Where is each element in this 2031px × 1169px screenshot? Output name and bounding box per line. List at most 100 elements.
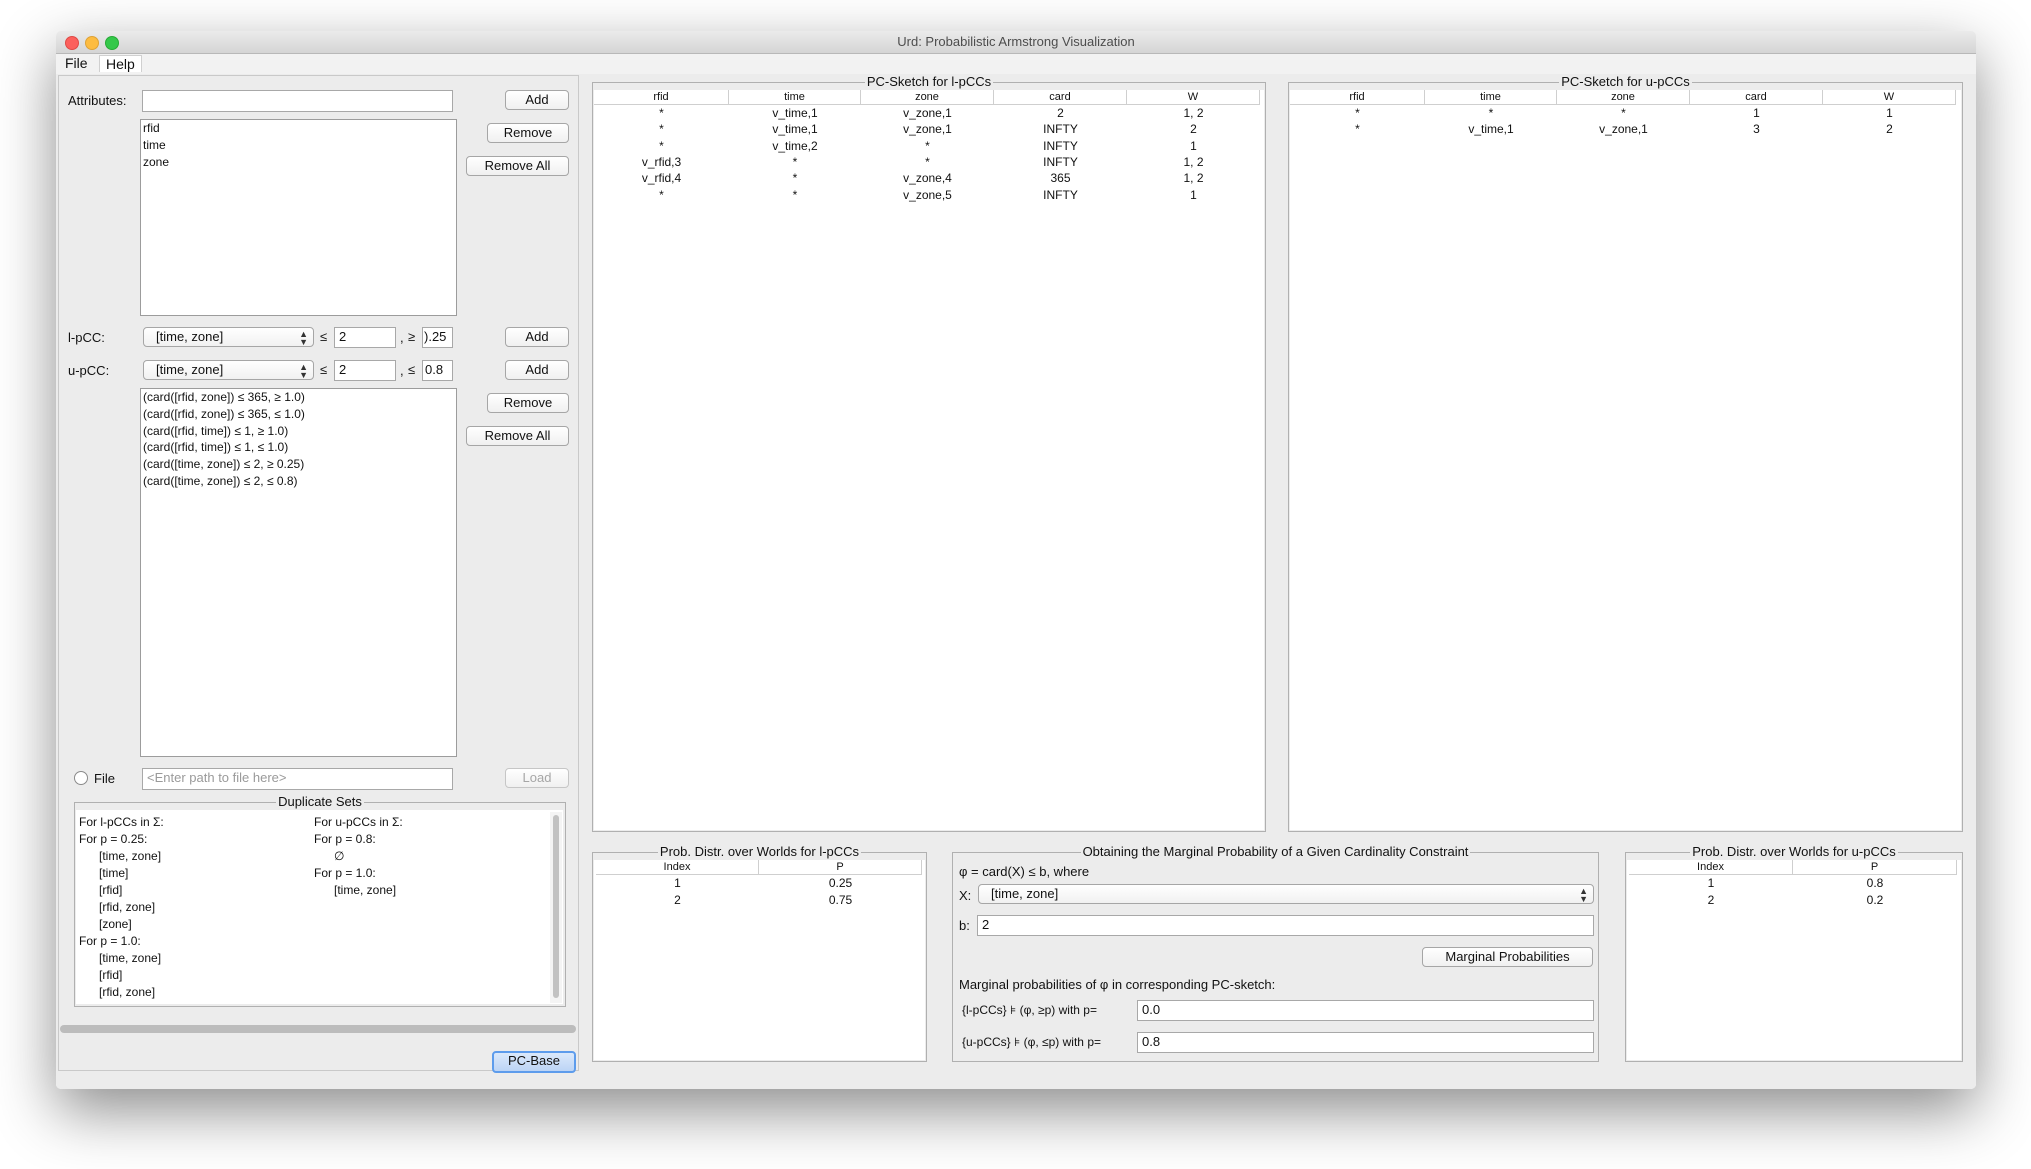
upcc-marginal-value[interactable]: 0.8 xyxy=(1137,1032,1594,1053)
table-cell[interactable]: INFTY xyxy=(994,187,1127,203)
table-cell[interactable]: * xyxy=(594,187,729,203)
table-cell[interactable]: v_zone,4 xyxy=(861,170,994,186)
column-header[interactable]: zone xyxy=(1557,90,1690,105)
table-cell[interactable]: * xyxy=(729,154,861,170)
table-cell[interactable]: 1 xyxy=(1629,875,1793,891)
table-cell[interactable]: * xyxy=(1290,105,1425,121)
upcc-attribute-select[interactable]: [time, zone] ▲ ▼ xyxy=(143,360,314,380)
file-radio[interactable] xyxy=(74,771,88,785)
lpcc-attribute-select[interactable]: [time, zone] ▲ ▼ xyxy=(143,327,314,347)
table-cell[interactable]: 2 xyxy=(1823,121,1956,137)
list-item[interactable]: (card([time, zone]) ≤ 2, ≥ 0.25) xyxy=(141,456,456,473)
table-cell[interactable]: v_zone,1 xyxy=(861,121,994,137)
table-cell[interactable]: * xyxy=(861,154,994,170)
column-header[interactable]: rfid xyxy=(1290,90,1425,105)
add-lpcc-button[interactable]: Add xyxy=(505,327,569,347)
table-cell[interactable]: 0.75 xyxy=(759,892,922,908)
table-cell[interactable]: * xyxy=(729,170,861,186)
scrollbar-thumb[interactable] xyxy=(553,815,559,998)
lpcc-marginal-value[interactable]: 0.0 xyxy=(1137,1000,1594,1021)
menu-help[interactable]: Help xyxy=(99,55,142,72)
table-cell[interactable]: 2 xyxy=(994,105,1127,121)
b-input[interactable]: 2 xyxy=(977,915,1594,936)
table-cell[interactable]: * xyxy=(594,105,729,121)
table-cell[interactable]: v_zone,5 xyxy=(861,187,994,203)
table-cell[interactable]: 0.25 xyxy=(759,875,922,891)
remove-all-constraints-button[interactable]: Remove All xyxy=(466,426,569,446)
table-cell[interactable]: v_time,2 xyxy=(729,138,861,154)
table-cell[interactable]: 2 xyxy=(1127,121,1260,137)
column-header[interactable]: Index xyxy=(1629,860,1793,875)
lpcc-p-input[interactable]: ).25 xyxy=(422,327,453,348)
table-cell[interactable]: v_time,1 xyxy=(729,121,861,137)
list-item[interactable]: zone xyxy=(141,154,456,171)
list-item[interactable]: (card([time, zone]) ≤ 2, ≤ 0.8) xyxy=(141,473,456,490)
left-panel-hscrollbar[interactable] xyxy=(60,1025,576,1033)
upcc-b-input[interactable]: 2 xyxy=(334,360,396,381)
column-header[interactable]: P xyxy=(1793,860,1957,875)
menu-file[interactable]: File xyxy=(59,55,94,71)
table-cell[interactable]: 1, 2 xyxy=(1127,105,1260,121)
table-cell[interactable]: 1 xyxy=(596,875,759,891)
table-cell[interactable]: v_rfid,3 xyxy=(594,154,729,170)
x-attribute-select[interactable]: [time, zone] ▲ ▼ xyxy=(978,884,1594,904)
table-cell[interactable]: 1 xyxy=(1127,187,1260,203)
table-cell[interactable]: * xyxy=(1290,121,1425,137)
list-item[interactable]: (card([rfid, zone]) ≤ 365, ≥ 1.0) xyxy=(141,389,456,406)
load-button[interactable]: Load xyxy=(505,768,569,788)
list-item[interactable]: rfid xyxy=(141,120,456,137)
remove-attribute-button[interactable]: Remove xyxy=(487,123,569,143)
column-header[interactable]: time xyxy=(729,90,861,105)
table-cell[interactable]: 365 xyxy=(994,170,1127,186)
add-attribute-button[interactable]: Add xyxy=(505,90,569,110)
duplicate-sets-scrollbar[interactable] xyxy=(550,812,562,1003)
table-cell[interactable]: 2 xyxy=(596,892,759,908)
table-cell[interactable]: 0.8 xyxy=(1793,875,1957,891)
table-cell[interactable]: v_rfid,4 xyxy=(594,170,729,186)
table-cell[interactable]: 0.2 xyxy=(1793,892,1957,908)
column-header[interactable]: P xyxy=(759,860,922,875)
table-cell[interactable]: 1 xyxy=(1127,138,1260,154)
add-upcc-button[interactable]: Add xyxy=(505,360,569,380)
table-cell[interactable]: 1, 2 xyxy=(1127,170,1260,186)
table-cell[interactable]: v_zone,1 xyxy=(1557,121,1690,137)
table-cell[interactable]: INFTY xyxy=(994,154,1127,170)
table-cell[interactable]: * xyxy=(729,187,861,203)
table-cell[interactable]: * xyxy=(861,138,994,154)
table-cell[interactable]: v_time,1 xyxy=(1425,121,1557,137)
upcc-p-input[interactable]: 0.8 xyxy=(422,360,453,381)
column-header[interactable]: card xyxy=(1690,90,1823,105)
list-item[interactable]: (card([rfid, time]) ≤ 1, ≤ 1.0) xyxy=(141,439,456,456)
list-item[interactable]: time xyxy=(141,137,456,154)
table-cell[interactable]: 3 xyxy=(1690,121,1823,137)
column-header[interactable]: time xyxy=(1425,90,1557,105)
table-cell[interactable]: INFTY xyxy=(994,138,1127,154)
table-cell[interactable]: 1 xyxy=(1690,105,1823,121)
sketch-lpcc-table: rfid time zone card W * v_time,1 v_zone,1 2… xyxy=(594,90,1264,830)
attributes-input[interactable] xyxy=(142,90,453,112)
lpcc-b-input[interactable]: 2 xyxy=(334,327,396,348)
remove-all-attributes-button[interactable]: Remove All xyxy=(466,156,569,176)
file-path-input[interactable]: <Enter path to file here> xyxy=(142,768,453,790)
pc-base-button[interactable]: PC-Base xyxy=(492,1051,576,1073)
column-header[interactable]: rfid xyxy=(594,90,729,105)
table-cell[interactable]: 2 xyxy=(1629,892,1793,908)
column-header[interactable]: Index xyxy=(596,860,759,875)
table-cell[interactable]: v_time,1 xyxy=(729,105,861,121)
column-header[interactable]: W xyxy=(1127,90,1260,105)
table-cell[interactable]: 1, 2 xyxy=(1127,154,1260,170)
list-item[interactable]: (card([rfid, time]) ≤ 1, ≥ 1.0) xyxy=(141,423,456,440)
table-cell[interactable]: 1 xyxy=(1823,105,1956,121)
marginal-probabilities-button[interactable]: Marginal Probabilities xyxy=(1422,947,1593,967)
table-cell[interactable]: * xyxy=(1425,105,1557,121)
table-cell[interactable]: v_zone,1 xyxy=(861,105,994,121)
table-cell[interactable]: INFTY xyxy=(994,121,1127,137)
column-header[interactable]: card xyxy=(994,90,1127,105)
column-header[interactable]: zone xyxy=(861,90,994,105)
remove-constraint-button[interactable]: Remove xyxy=(487,393,569,413)
table-cell[interactable]: * xyxy=(1557,105,1690,121)
table-cell[interactable]: * xyxy=(594,138,729,154)
table-cell[interactable]: * xyxy=(594,121,729,137)
list-item[interactable]: (card([rfid, zone]) ≤ 365, ≤ 1.0) xyxy=(141,406,456,423)
column-header[interactable]: W xyxy=(1823,90,1956,105)
